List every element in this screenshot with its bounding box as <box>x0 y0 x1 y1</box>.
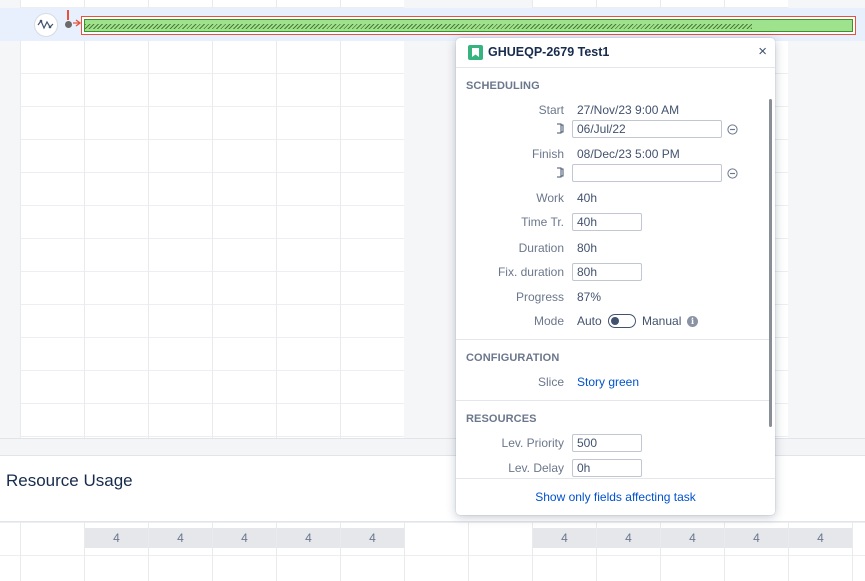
mode-label: Mode <box>533 314 564 328</box>
resource-usage-cell: 4 <box>661 528 724 548</box>
resource-usage-cell: 4 <box>725 528 788 548</box>
duration-value: 80h <box>577 241 598 255</box>
work-label: Work <box>536 191 564 205</box>
duration-label: Duration <box>518 241 564 255</box>
gantt-view: Resource Usage 4 4 4 4 4 4 4 4 4 4 GHUEQ… <box>0 0 865 581</box>
remove-circle-icon[interactable] <box>727 168 738 179</box>
mode-toggle[interactable] <box>608 314 636 328</box>
lev-priority-input[interactable] <box>572 434 642 452</box>
mode-auto-label: Auto <box>577 314 602 328</box>
resource-usage-cell: 4 <box>341 528 404 548</box>
section-divider <box>456 400 772 401</box>
info-icon[interactable]: i <box>687 316 698 327</box>
constraint-bracket-icon <box>557 123 564 134</box>
resource-usage-cell: 4 <box>149 528 212 548</box>
start-label: Start <box>538 103 564 117</box>
close-icon[interactable]: × <box>758 43 767 60</box>
lev-priority-label: Lev. Priority <box>501 436 564 450</box>
section-heading-resources: RESOURCES <box>466 413 537 425</box>
start-value: 27/Nov/23 9:00 AM <box>577 103 680 117</box>
task-bar[interactable] <box>81 16 856 35</box>
task-details-popup: GHUEQP-2679 Test1 × SCHEDULING Start 27/… <box>456 38 775 515</box>
progress-value: 87% <box>577 290 602 304</box>
section-heading-scheduling: SCHEDULING <box>466 80 540 92</box>
section-heading-configuration: CONFIGURATION <box>466 352 560 364</box>
weekend-column <box>0 0 20 438</box>
dependency-arrow-icon <box>73 19 81 27</box>
task-bar-fill <box>84 19 853 32</box>
start-constraint-input[interactable] <box>572 120 722 138</box>
resource-usage-cell: 4 <box>597 528 660 548</box>
time-tracked-input[interactable] <box>572 213 642 231</box>
fixed-duration-input[interactable] <box>572 263 642 281</box>
show-affecting-fields-link[interactable]: Show only fields affecting task <box>456 478 775 515</box>
today-marker <box>67 10 69 20</box>
slice-label: Slice <box>537 375 564 389</box>
resource-usage-cell: 4 <box>789 528 852 548</box>
popup-scrollbar[interactable] <box>769 99 772 427</box>
task-progress-indicator <box>85 24 753 29</box>
roadmap-avatar-icon[interactable] <box>34 13 58 37</box>
dependency-connector-dot[interactable] <box>65 21 72 28</box>
resource-usage-title: Resource Usage <box>6 471 133 490</box>
finish-value: 08/Dec/23 5:00 PM <box>577 147 680 161</box>
time-tracked-label: Time Tr. <box>521 215 564 229</box>
resource-usage-cell: 4 <box>533 528 596 548</box>
remove-circle-icon[interactable] <box>727 124 738 135</box>
mode-manual-label: Manual <box>642 314 682 328</box>
progress-label: Progress <box>515 290 564 304</box>
fixed-duration-label: Fix. duration <box>497 265 564 279</box>
lev-delay-input[interactable] <box>572 459 642 477</box>
work-value: 40h <box>577 191 598 205</box>
story-bookmark-icon <box>468 45 483 60</box>
finish-constraint-input[interactable] <box>572 164 722 182</box>
toggle-knob <box>611 316 619 325</box>
constraint-bracket-icon <box>557 167 564 178</box>
popup-title[interactable]: GHUEQP-2679 Test1 <box>488 45 609 59</box>
weekend-column <box>788 0 865 438</box>
popup-body[interactable]: SCHEDULING Start 27/Nov/23 9:00 AM Finis… <box>456 69 775 478</box>
popup-header: GHUEQP-2679 Test1 × <box>456 38 775 68</box>
section-divider <box>456 339 772 340</box>
resource-usage-cell: 4 <box>85 528 148 548</box>
finish-label: Finish <box>531 147 564 161</box>
resource-usage-cell: 4 <box>213 528 276 548</box>
slice-link[interactable]: Story green <box>577 375 639 389</box>
lev-delay-label: Lev. Delay <box>508 461 564 475</box>
resource-usage-cell: 4 <box>277 528 340 548</box>
